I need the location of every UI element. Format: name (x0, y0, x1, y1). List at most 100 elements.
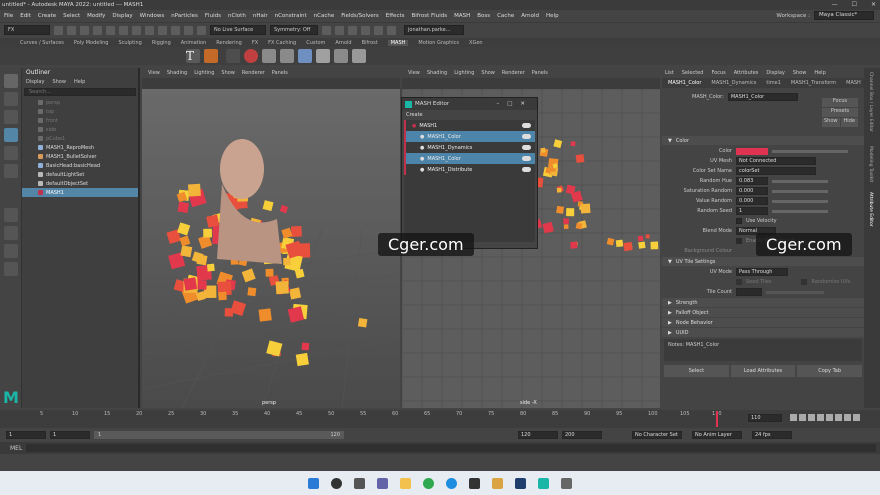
outliner-item[interactable]: MASH1_BulletSolver (22, 152, 138, 161)
workspace-dropdown[interactable]: Maya Classic* (814, 11, 874, 20)
uv-mode-dropdown[interactable]: Pass Through (736, 268, 788, 276)
ae-tab-mash1-color[interactable]: MASH1_Color (668, 80, 701, 86)
play-backwards-icon[interactable] (817, 414, 824, 421)
node-name-field[interactable]: MASH1_Color (727, 93, 798, 101)
ae-menu-selected[interactable]: Selected (682, 70, 704, 76)
uv-settings-header[interactable]: ▼ UV Tile Settings (662, 257, 864, 266)
menu-item-edit[interactable]: Edit (20, 13, 31, 19)
collapsed-section-falloff-object[interactable]: ▶ Falloff Object (662, 308, 864, 317)
notes-area[interactable]: Notes: MASH1_Color (664, 339, 862, 361)
shelf-tab-sculpting[interactable]: Sculpting (118, 40, 141, 46)
use-velocity-checkbox[interactable] (736, 218, 742, 224)
mash-create-icon[interactable] (204, 49, 218, 63)
outliner-item[interactable]: pCube1 (22, 134, 138, 143)
ae-tab-mash1-transform[interactable]: MASH1_Transform (791, 80, 836, 86)
attribute-field[interactable]: colorSet (736, 167, 816, 175)
viewport-menu-view[interactable]: View (148, 70, 160, 76)
attribute-slider[interactable] (772, 189, 828, 193)
tile-count-field[interactable] (736, 288, 762, 296)
ae-menu-attributes[interactable]: Attributes (734, 70, 759, 76)
select-hierarchy-icon[interactable] (119, 25, 128, 35)
load-attributes-button[interactable]: Load Attributes (730, 365, 796, 377)
layout-two-icon[interactable] (4, 244, 18, 258)
enable-background-checkbox[interactable] (736, 238, 742, 244)
select-button[interactable]: Select (664, 365, 729, 377)
menu-item-create[interactable]: Create (38, 13, 56, 19)
shelf-tab-curves-surfaces[interactable]: Curves / Surfaces (20, 40, 64, 46)
outliner-item[interactable]: persp (22, 98, 138, 107)
snap-grid-icon[interactable] (158, 25, 167, 35)
viewport-menu-shading[interactable]: Shading (167, 70, 187, 76)
step-back-key-icon[interactable] (799, 414, 806, 421)
mash-breakout-icon[interactable] (262, 49, 276, 63)
range-bar[interactable]: 1 120 (94, 431, 344, 439)
viewport-menu-lighting[interactable]: Lighting (194, 70, 214, 76)
outliner-item[interactable]: BasicHead:basicHead (22, 161, 138, 170)
app-icon-2[interactable] (515, 477, 526, 489)
outliner-item[interactable]: side (22, 125, 138, 134)
character-set-dropdown[interactable]: No Character Set (632, 431, 682, 439)
shelf-tab-fx-caching[interactable]: FX Caching (268, 40, 296, 46)
color-slider[interactable] (772, 149, 848, 153)
step-back-frame-icon[interactable] (808, 414, 815, 421)
menu-item-fluids[interactable]: Fluids (205, 13, 221, 19)
tile-count-slider[interactable] (766, 290, 824, 294)
mash-node-toggle[interactable] (522, 167, 531, 172)
store-icon[interactable] (469, 477, 480, 489)
search-icon[interactable] (331, 477, 342, 489)
attribute-field[interactable]: 0.083 (736, 177, 768, 185)
snap-view-icon[interactable] (197, 25, 206, 35)
shelf-tab-rigging[interactable]: Rigging (152, 40, 171, 46)
ae-menu-focus[interactable]: Focus (711, 70, 725, 76)
menu-item-windows[interactable]: Windows (140, 13, 165, 19)
attribute-field[interactable]: 0.000 (736, 197, 768, 205)
viewport-menu-panels[interactable]: Panels (532, 70, 548, 76)
attribute-field[interactable]: 1 (736, 207, 768, 215)
menu-item-ncache[interactable]: nCache (314, 13, 335, 19)
render-settings-icon[interactable] (361, 25, 370, 35)
rotate-tool-icon[interactable] (4, 146, 18, 160)
playback-end-field[interactable]: 120 (518, 431, 558, 439)
paint-select-icon[interactable] (4, 110, 18, 124)
randomize-uvs-checkbox[interactable] (801, 279, 808, 285)
outliner-item[interactable]: front (22, 116, 138, 125)
playhead[interactable] (716, 411, 718, 427)
render-icon[interactable] (335, 25, 344, 35)
shelf-tab-animation[interactable]: Animation (181, 40, 207, 46)
live-surface-field[interactable]: No Live Surface (210, 25, 266, 35)
history-icon[interactable] (322, 25, 331, 35)
mash-painter-icon[interactable] (316, 49, 330, 63)
viewport-persp[interactable]: View Shading Lighting Show Renderer Panels pe… (142, 68, 400, 408)
menu-item-effects[interactable]: Effects (386, 13, 405, 19)
ae-menu-list[interactable]: List (665, 70, 674, 76)
menu-item-nparticles[interactable]: nParticles (171, 13, 198, 19)
menu-item-nhair[interactable]: nHair (253, 13, 268, 19)
maximize-button[interactable]: ☐ (852, 1, 857, 8)
outliner-item[interactable]: defaultObjectSet (22, 179, 138, 188)
collapsed-section-node-behavior[interactable]: ▶ Node Behavior (662, 318, 864, 327)
menu-item-ncloth[interactable]: nCloth (228, 13, 246, 19)
menu-item-modify[interactable]: Modify (87, 13, 105, 19)
mash-node-row[interactable]: ● MASH1_Color (404, 131, 535, 142)
copy-tab-button[interactable]: Copy Tab (797, 365, 863, 377)
ae-tab-mash1-dynamics[interactable]: MASH1_Dynamics (711, 80, 756, 86)
outliner-menu-display[interactable]: Display (26, 79, 44, 85)
select-object-icon[interactable] (132, 25, 141, 35)
select-component-icon[interactable] (145, 25, 154, 35)
undo-icon[interactable] (93, 25, 102, 35)
mash-node-row[interactable]: ● MASH1_Distribute (404, 164, 535, 175)
mash-text-icon[interactable]: T (186, 49, 200, 63)
lasso-tool-icon[interactable] (4, 92, 18, 106)
anim-start-field[interactable]: 1 (6, 431, 46, 439)
playback-start-field[interactable]: 1 (50, 431, 90, 439)
shelf-tab-mash[interactable]: MASH (387, 39, 409, 46)
shelf-tab-arnold[interactable]: Arnold (335, 40, 351, 46)
render-view-icon[interactable] (387, 25, 396, 35)
menu-item-nconstraint[interactable]: nConstraint (275, 13, 307, 19)
shelf-tab-custom[interactable]: Custom (306, 40, 325, 46)
hide-button[interactable]: Hide (840, 118, 858, 127)
file-explorer-icon[interactable] (400, 477, 411, 489)
attribute-editor-tab[interactable]: Attribute Editor (868, 192, 873, 227)
viewport-menu-shading[interactable]: Shading (427, 70, 447, 76)
menu-item-file[interactable]: File (4, 13, 13, 19)
